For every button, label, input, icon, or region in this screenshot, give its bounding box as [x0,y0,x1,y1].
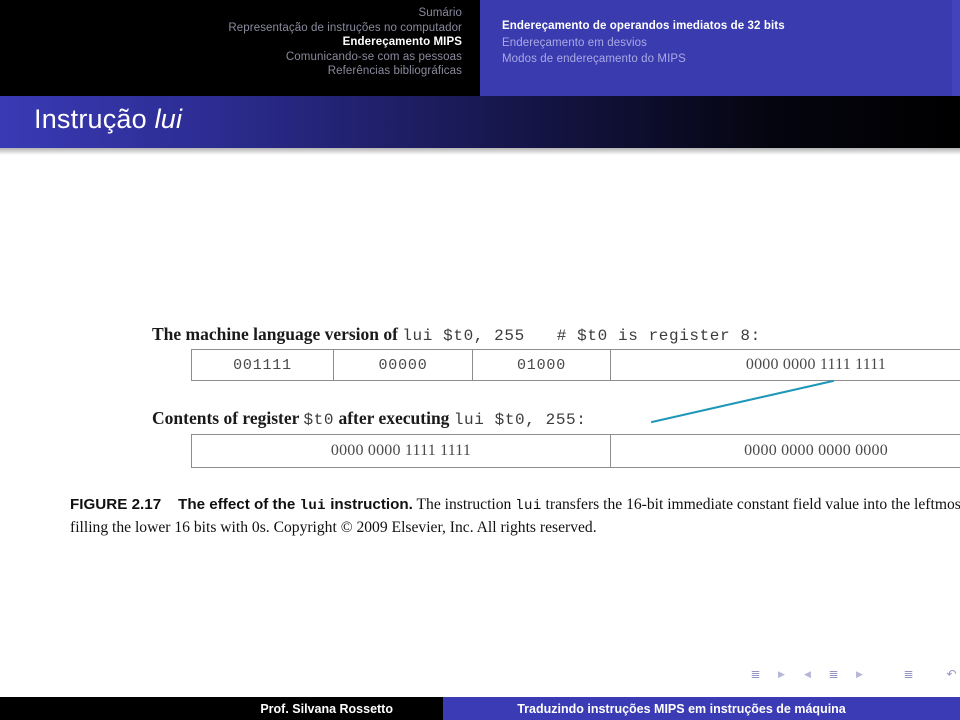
footer-section-title: Traduzindo instruções MIPS em instruções… [443,697,960,720]
nav-item-operandos-imediatos[interactable]: Endereçamento de operandos imediatos de … [502,18,960,35]
encoding-cell-immediate: 0000 0000 1111 1111 [745,356,887,373]
register-cell-upper-16: 0000 0000 1111 1111 [192,435,611,467]
caption-title-a: The effect of the [178,496,300,513]
register-contents-code-b: lui $t0, 255: [453,411,587,429]
header-navigation-bar: Sumário Representação de instruções no c… [0,0,960,96]
beginning-of-section-icon[interactable]: ≣ [748,666,763,682]
machine-language-line-label: The machine language version of lui $t0,… [152,324,761,345]
slide-root: Sumário Representação de instruções no c… [0,0,960,720]
register-contents-text-b: after executing [334,408,454,428]
machine-language-code: lui $t0, 255 [402,327,525,345]
caption-body-code: lui [515,498,542,514]
encoding-cell-rs: 00000 [334,350,473,380]
forward-triangle-icon-2[interactable]: ▶ [852,666,867,682]
section-navigation-left: Sumário Representação de instruções no c… [0,0,480,96]
frame-title-shadow [0,148,960,155]
footer-author: Prof. Silvana Rossetto [0,697,443,720]
register-cell-lower-16: 0000 0000 0000 0000 [744,442,888,459]
nav-item-enderecamento-mips[interactable]: Endereçamento MIPS [0,35,462,50]
page-title-prefix: Instrução [34,104,155,134]
page-title-instruction: lui [154,104,183,134]
beamer-navigation-symbols: ≣ ▶ ◀ ≣ ▶ ≣ ↶ 🔍 ↷ [748,666,960,682]
encoding-cell-opcode: 001111 [192,350,334,380]
register-contents-line-label: Contents of register $t0 after executing… [152,408,586,429]
nav-item-representacao[interactable]: Representação de instruções no computado… [0,21,462,36]
page-title: Instrução lui [34,104,182,135]
back-triangle-icon[interactable]: ◀ [800,666,815,682]
end-of-presentation-icon[interactable]: ≣ [901,666,916,682]
figure-caption: FIGURE 2.17 The effect of the lui instru… [70,494,960,538]
register-contents-text-a: Contents of register [152,408,304,428]
nav-item-sumario[interactable]: Sumário [0,6,462,21]
forward-triangle-icon[interactable]: ▶ [774,666,789,682]
subsection-navigation-right: Endereçamento de operandos imediatos de … [480,0,960,96]
undo-icon[interactable]: ↶ [944,666,959,682]
instruction-encoding-row: 001111 00000 01000 0000 0000 1111 1111 [191,349,960,381]
nav-item-desvios[interactable]: Endereçamento em desvios [502,35,960,52]
nav-item-comunicando-se[interactable]: Comunicando-se com as pessoas [0,50,462,65]
register-contents-code-a: $t0 [303,411,335,429]
caption-title-b: instruction. [325,496,413,513]
nav-item-modos-enderecamento[interactable]: Modos de endereçamento do MIPS [502,51,960,68]
frame-icon[interactable]: ≣ [826,666,841,682]
header-right-edge-accent [952,0,960,96]
encoding-cell-rt: 01000 [473,350,611,380]
nav-item-referencias[interactable]: Referências bibliográficas [0,64,462,79]
caption-body-a: The instruction [412,496,516,513]
machine-language-comment: # $t0 is register 8: [556,327,761,345]
register-contents-row: 0000 0000 1111 1111 0000 0000 0000 0000 [191,434,960,468]
caption-figure-number: FIGURE 2.17 [70,496,162,513]
footer-bar: Prof. Silvana Rossetto Traduzindo instru… [0,697,960,720]
caption-title-code: lui [299,498,326,514]
machine-language-text: The machine language version of [152,324,403,344]
